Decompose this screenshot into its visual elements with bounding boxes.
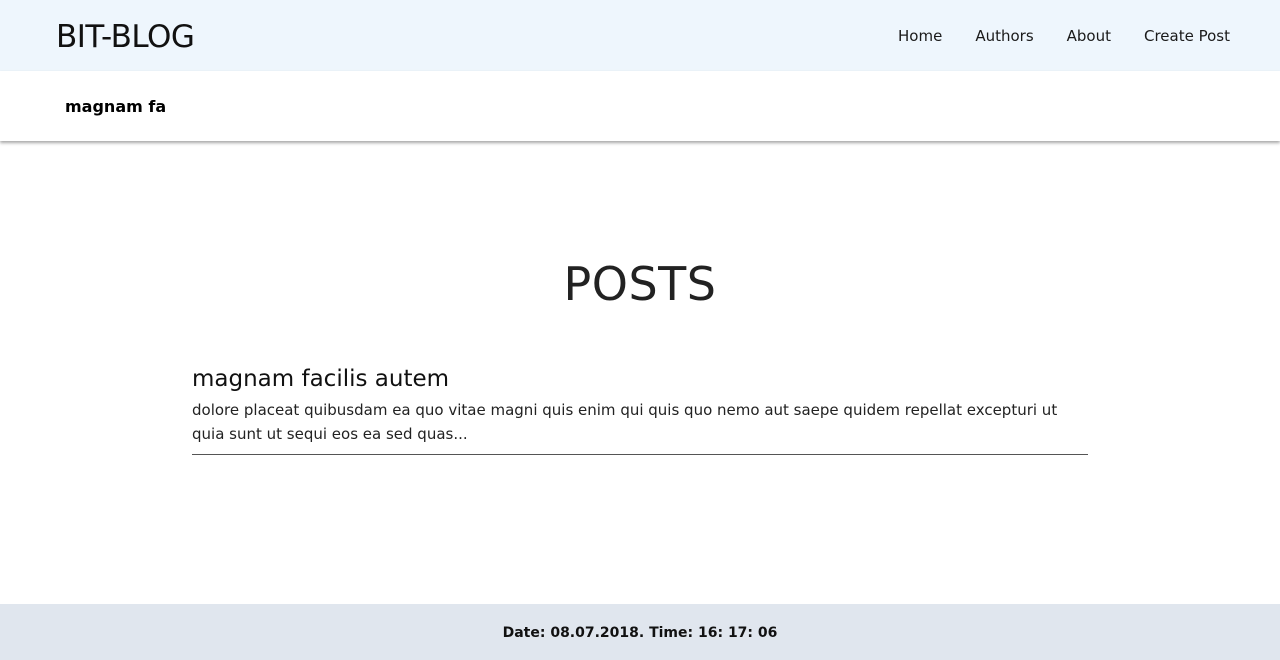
main-nav: Home Authors About Create Post [865,25,1230,47]
nav-create-post-link[interactable]: Create Post [1144,25,1230,47]
page: BIT-BLOG Home Authors About Create Post … [0,0,1280,660]
post-excerpt: dolore placeat quibusdam ea quo vitae ma… [192,401,1058,443]
nav-home-link[interactable]: Home [898,25,942,47]
nav-about-link[interactable]: About [1067,25,1111,47]
sub-header-title: magnam fa [65,97,167,116]
nav-authors-link[interactable]: Authors [975,25,1033,47]
top-header: BIT-BLOG Home Authors About Create Post [0,0,1280,71]
page-title: POSTS [563,257,717,311]
brand-logo[interactable]: BIT-BLOG [56,17,195,57]
footer-datetime: Date: 08.07.2018. Time: 16: 17: 06 [502,625,778,641]
footer: Date: 08.07.2018. Time: 16: 17: 06 [0,604,1280,660]
post-list-item[interactable]: magnam facilis autem dolore placeat quib… [192,364,1088,455]
sub-header: magnam fa [0,71,1280,141]
post-title[interactable]: magnam facilis autem [192,364,1088,394]
